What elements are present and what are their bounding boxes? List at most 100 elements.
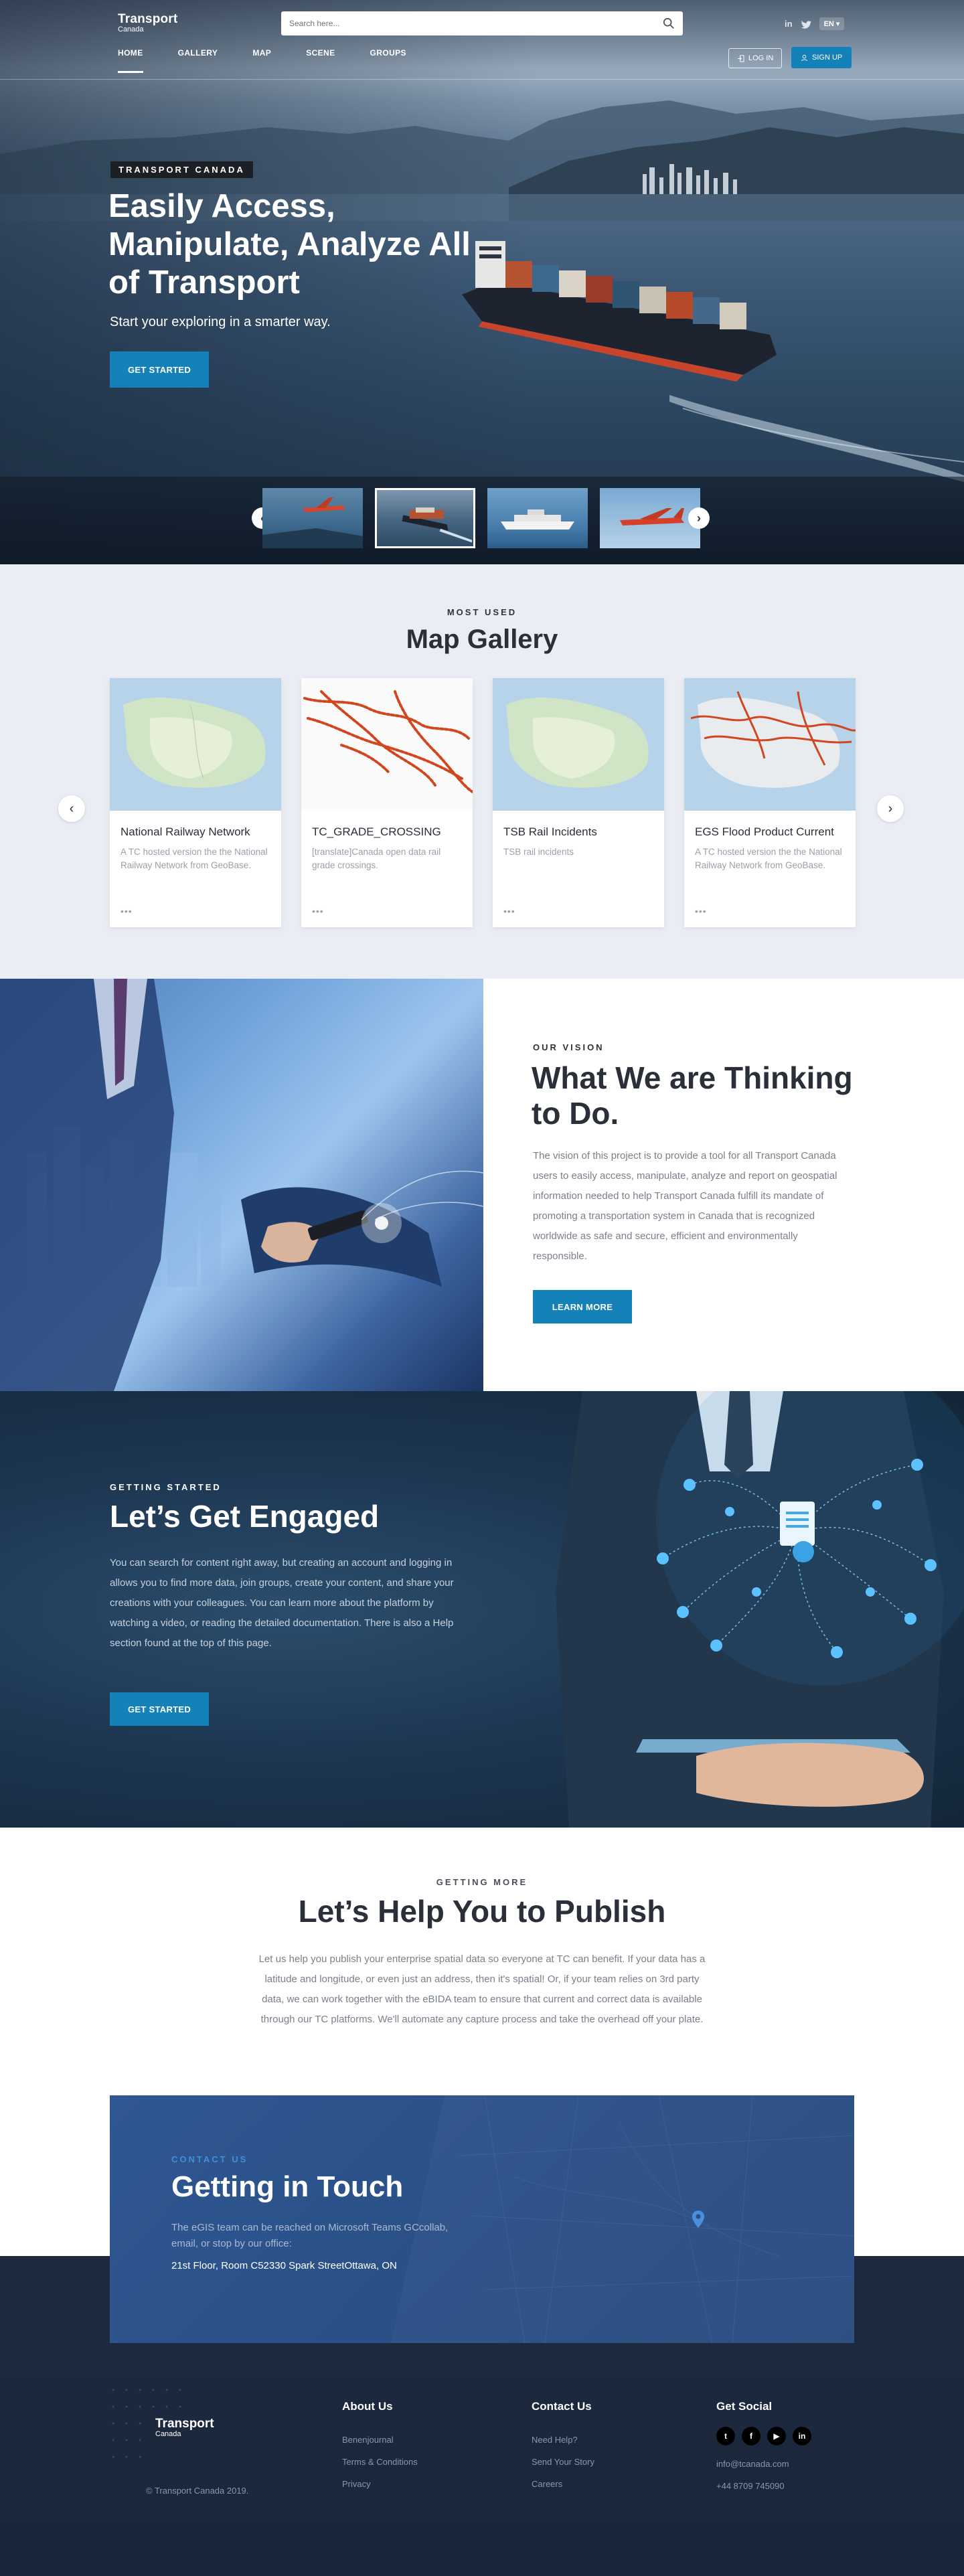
header-social: in EN ▾: [785, 17, 845, 30]
card-more-icon[interactable]: •••: [120, 906, 133, 916]
footer-social: Get Social t f ▶ in info@tcanada.com +44…: [716, 2400, 811, 2503]
map-thumbnail: [493, 678, 664, 811]
thumb-red-airplane[interactable]: [600, 488, 700, 548]
location-pin-icon: [692, 2210, 704, 2228]
map-thumbnail: [301, 678, 473, 811]
youtube-icon[interactable]: ▶: [767, 2427, 786, 2445]
footer-link[interactable]: Careers: [532, 2479, 594, 2489]
contact-card: CONTACT US Getting in Touch The eGIS tea…: [110, 2095, 854, 2343]
ship-wake: [669, 395, 964, 482]
vision-eyebrow: OUR VISION: [533, 1042, 605, 1052]
contact-title: Getting in Touch: [171, 2170, 404, 2203]
footer-email[interactable]: info@tcanada.com: [716, 2459, 811, 2469]
login-icon: [737, 54, 744, 62]
publish-eyebrow: GETTING MORE: [436, 1877, 528, 1887]
cargo-ship-image: [462, 241, 777, 382]
footer-link[interactable]: Send Your Story: [532, 2457, 594, 2467]
nav-map[interactable]: MAP: [252, 48, 271, 73]
gallery-card[interactable]: TC_GRADE_CROSSING [translate]Canada open…: [301, 678, 473, 927]
card-more-icon[interactable]: •••: [695, 906, 707, 916]
hero-section: Transport Canada in EN ▾ HOME GALLERY MA…: [0, 0, 964, 564]
engaged-get-started-button[interactable]: GET STARTED: [110, 1692, 209, 1726]
publish-title: Let’s Help You to Publish: [298, 1894, 666, 1929]
language-selector[interactable]: EN ▾: [819, 17, 845, 30]
footer-link[interactable]: Benenjournal: [342, 2435, 418, 2445]
nav-home[interactable]: HOME: [118, 48, 143, 73]
thumbnail-strip: [0, 477, 964, 564]
thumb-image: [501, 509, 574, 530]
card-description: TSB rail incidents: [503, 847, 574, 857]
engaged-body: You can search for content right away, b…: [110, 1557, 454, 1649]
footer-contact-title: Contact Us: [532, 2400, 592, 2413]
thumb-image: [262, 497, 363, 548]
footer-link[interactable]: Privacy: [342, 2479, 418, 2489]
linkedin-icon[interactable]: in: [793, 2427, 811, 2445]
search-input[interactable]: [289, 19, 663, 28]
card-title: TSB Rail Incidents: [503, 825, 597, 838]
hero-tag: TRANSPORT CANADA: [110, 161, 253, 178]
footer-phone[interactable]: +44 8709 745090: [716, 2481, 811, 2491]
gallery-next-button[interactable]: ›: [877, 795, 904, 822]
nav-scene[interactable]: SCENE: [306, 48, 335, 73]
signup-label: SIGN UP: [812, 54, 843, 62]
gallery-card[interactable]: TSB Rail Incidents TSB rail incidents ••…: [493, 678, 664, 927]
social-icons: t f ▶ in: [716, 2427, 811, 2445]
footer-about: About Us Benenjournal Terms & Conditions…: [342, 2400, 418, 2501]
vision-section: OUR VISION What We are Thinking to Do. T…: [0, 979, 964, 1391]
gallery-eyebrow: MOST USED: [447, 607, 517, 617]
map-pattern: [457, 2095, 854, 2343]
twitter-icon[interactable]: t: [716, 2427, 735, 2445]
map-thumbnail: [110, 678, 281, 811]
card-title: National Railway Network: [120, 825, 250, 838]
card-description: A TC hosted version the the National Rai…: [120, 847, 268, 870]
thumb-ferry[interactable]: [487, 488, 588, 548]
map-thumbnail: [684, 678, 856, 811]
hero-get-started-button[interactable]: GET STARTED: [110, 351, 209, 388]
twitter-icon[interactable]: [801, 19, 811, 29]
footer-link[interactable]: Terms & Conditions: [342, 2457, 418, 2467]
gallery-title: Map Gallery: [406, 625, 558, 654]
gallery-card[interactable]: National Railway Network A TC hosted ver…: [110, 678, 281, 927]
site-logo[interactable]: Transport Canada: [118, 12, 177, 33]
thumb-image: [402, 507, 472, 543]
footer-about-title: About Us: [342, 2400, 393, 2413]
hero-subtitle: Start your exploring in a smarter way.: [110, 315, 331, 329]
login-button[interactable]: LOG IN: [728, 48, 783, 68]
hero-title: Easily Access, Manipulate, Analyze All o…: [108, 188, 471, 301]
logo-line1: Transport: [118, 12, 178, 26]
footer-logo-line1: Transport: [155, 2417, 214, 2431]
card-description: [translate]Canada open data rail grade c…: [312, 847, 441, 870]
learn-more-button[interactable]: LEARN MORE: [533, 1290, 632, 1323]
copyright: © Transport Canada 2019.: [146, 2486, 249, 2496]
main-nav: HOME GALLERY MAP SCENE GROUPS: [118, 48, 441, 73]
card-more-icon[interactable]: •••: [312, 906, 324, 916]
nav-gallery[interactable]: GALLERY: [178, 48, 218, 73]
gallery-prev-button[interactable]: ‹: [58, 795, 85, 822]
signup-button[interactable]: SIGN UP: [791, 47, 852, 68]
nav-groups[interactable]: GROUPS: [370, 48, 406, 73]
thumb-next-button[interactable]: ›: [688, 507, 710, 529]
contact-body: The eGIS team can be reached on Microsof…: [171, 2222, 449, 2249]
gallery-card[interactable]: EGS Flood Product Current A TC hosted ve…: [684, 678, 856, 927]
map-gallery-section: MOST USED Map Gallery ‹ National Railway…: [0, 564, 964, 979]
card-more-icon[interactable]: •••: [503, 906, 515, 916]
user-icon: [801, 54, 808, 61]
engaged-title: Let’s Get Engaged: [110, 1499, 380, 1534]
card-title: EGS Flood Product Current: [695, 825, 834, 838]
facebook-icon[interactable]: f: [742, 2427, 760, 2445]
engaged-eyebrow: GETTING STARTED: [110, 1482, 222, 1492]
footer-link[interactable]: Need Help?: [532, 2435, 594, 2445]
footer-contact: Contact Us Need Help? Send Your Story Ca…: [532, 2400, 594, 2501]
card-title: TC_GRADE_CROSSING: [312, 825, 441, 838]
thumb-airplane-water[interactable]: [262, 488, 363, 548]
thumb-cargo-ship[interactable]: [375, 488, 475, 548]
contact-eyebrow: CONTACT US: [171, 2154, 248, 2164]
search-icon[interactable]: [663, 17, 675, 29]
header-divider: [0, 79, 964, 80]
thumb-image: [620, 508, 684, 526]
search-box: [281, 11, 683, 35]
publish-body: Let us help you publish your enterprise …: [258, 1953, 706, 2025]
business-man-phone-image: [0, 979, 483, 1391]
footer-logo[interactable]: Transport Canada: [155, 2417, 214, 2438]
linkedin-icon[interactable]: in: [785, 19, 793, 29]
